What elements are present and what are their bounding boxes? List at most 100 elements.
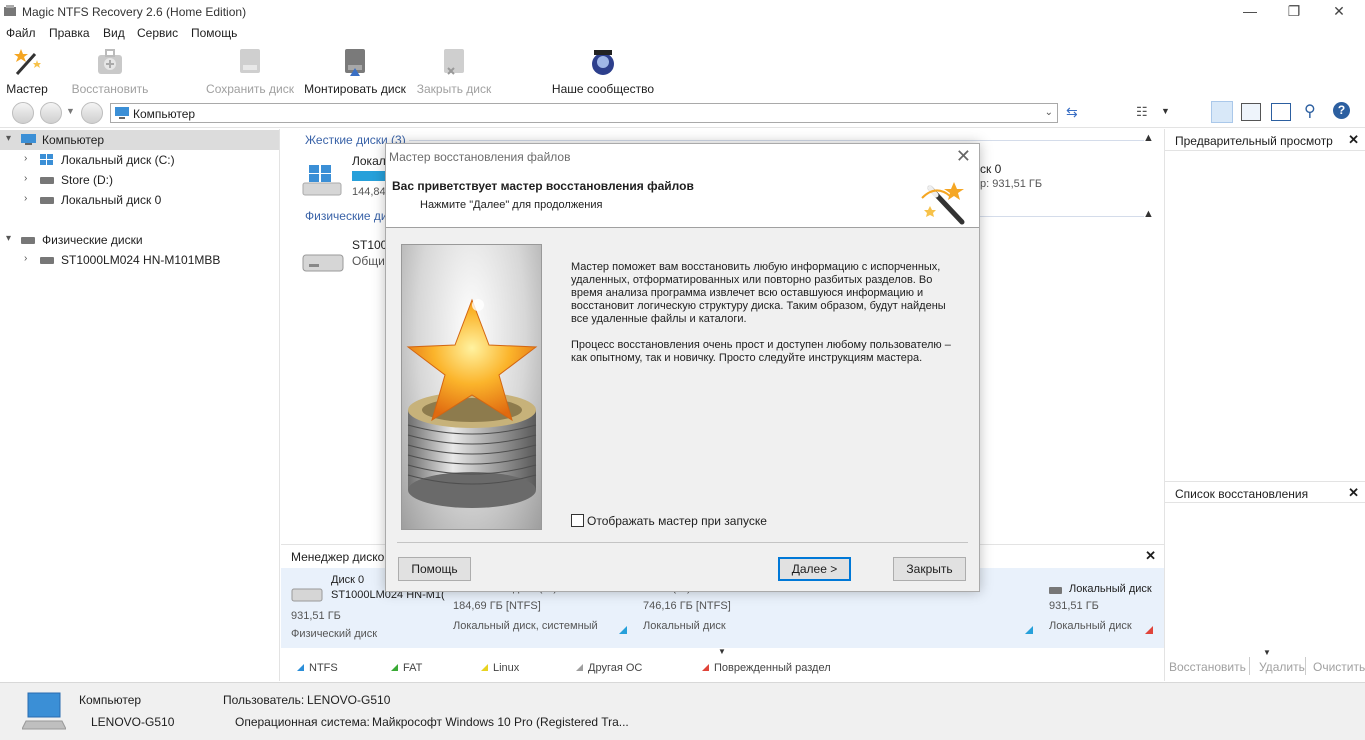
- expand-arrow-icon[interactable]: ›: [24, 153, 27, 164]
- expand-arrow-icon[interactable]: ›: [24, 173, 27, 184]
- expand-arrow-icon[interactable]: ›: [24, 193, 27, 204]
- back-button[interactable]: [12, 102, 34, 124]
- preview-panel-header: Предварительный просмотр ✕: [1165, 129, 1365, 151]
- local-disk-size: 144,84: [352, 186, 386, 198]
- save-list-toggle-icon[interactable]: [1271, 103, 1291, 121]
- chevron-down-icon[interactable]: ▼: [1263, 648, 1271, 657]
- legend-damaged: Поврежденный раздел: [702, 662, 831, 674]
- computer-icon: [21, 134, 36, 145]
- legend-fat: FAT: [391, 662, 422, 674]
- close-disk-button[interactable]: Закрыть диск: [414, 44, 494, 98]
- chevron-down-icon[interactable]: ⌄: [1045, 107, 1053, 118]
- close-disk-icon: [444, 49, 464, 75]
- disk-icon: [40, 197, 54, 204]
- history-dropdown-icon[interactable]: ▼: [66, 106, 75, 116]
- physical-disk-icon: [291, 588, 323, 602]
- magic-wand-icon: [14, 49, 41, 76]
- delete-button[interactable]: Удалить: [1259, 660, 1305, 674]
- legend: NTFS FAT Linux Другая ОС Поврежденный ра…: [281, 656, 1164, 680]
- st1000-sub: Общи: [352, 254, 385, 268]
- mount-disk-button[interactable]: Монтировать диск: [303, 44, 407, 98]
- help-icon[interactable]: ?: [1333, 102, 1350, 119]
- recovery-list-header: Список восстановления ✕: [1165, 481, 1365, 503]
- recover-files-button[interactable]: Восстановить: [1169, 660, 1246, 674]
- folder-tree: ▾ Компьютер › Локальный диск (C:) › Stor…: [0, 129, 280, 681]
- save-disk-button[interactable]: Сохранить диск: [206, 44, 294, 98]
- divider: [397, 542, 968, 543]
- tree-item-physical-disks[interactable]: ▾ Физические диски: [0, 230, 279, 250]
- disk-usage-bar: [352, 171, 385, 181]
- disk-view-toggle-icon[interactable]: [1211, 101, 1233, 123]
- tree-item-store-d[interactable]: › Store (D:): [0, 170, 279, 190]
- collapse-arrow-icon[interactable]: ▾: [6, 233, 11, 244]
- forward-button[interactable]: [40, 102, 62, 124]
- menu-view[interactable]: Вид: [103, 26, 125, 40]
- disk-icon: [21, 237, 35, 244]
- menu-help[interactable]: Помощь: [191, 26, 237, 40]
- physical-disks-header[interactable]: Физические ди: [305, 209, 388, 223]
- status-user-value: LENOVO-G510: [307, 693, 391, 707]
- window-title: Magic NTFS Recovery 2.6 (Home Edition): [22, 5, 247, 19]
- divider: [1305, 657, 1306, 675]
- tree-item-st1000[interactable]: › ST1000LM024 HN-M101MBB: [0, 250, 279, 270]
- help-button[interactable]: Помощь: [398, 557, 471, 581]
- close-icon[interactable]: ✕: [956, 146, 971, 167]
- close-preview-icon[interactable]: ✕: [1348, 132, 1359, 148]
- dialog-subheading: Нажмите "Далее" для продолжения: [420, 199, 603, 211]
- minimize-button[interactable]: —: [1227, 0, 1273, 24]
- disk0-label[interactable]: ск 0: [980, 162, 1001, 176]
- community-button[interactable]: Наше сообщество: [550, 44, 656, 98]
- close-button[interactable]: Закрыть: [893, 557, 966, 581]
- status-os-value: Майкрософт Windows 10 Pro (Registered Tr…: [372, 715, 629, 729]
- dialog-heading: Вас приветствует мастер восстановления ф…: [392, 179, 694, 193]
- preview-panel-title: Предварительный просмотр: [1175, 134, 1333, 148]
- collapse-arrow-icon[interactable]: ▾: [6, 133, 11, 144]
- tree-item-computer[interactable]: ▾ Компьютер: [0, 130, 279, 150]
- legend-ntfs: NTFS: [297, 662, 338, 674]
- local-disk-label[interactable]: Локал: [352, 154, 386, 168]
- preview-toggle-icon[interactable]: [1241, 103, 1261, 121]
- magic-wand-icon: [921, 182, 965, 225]
- address-input[interactable]: Компьютер ⌄: [110, 103, 1058, 123]
- close-window-button[interactable]: ✕: [1316, 0, 1362, 24]
- show-wizard-checkbox[interactable]: Отображать мастер при запуске: [571, 514, 767, 528]
- star-coins-image: [406, 298, 538, 508]
- clear-button[interactable]: Очистить: [1313, 660, 1365, 674]
- view-dropdown-icon[interactable]: ▼: [1161, 106, 1170, 116]
- search-icon[interactable]: ⚲: [1304, 101, 1316, 121]
- maximize-button[interactable]: ❐: [1271, 0, 1317, 24]
- wizard-description: Мастер поможет вам восстановить любую ин…: [571, 261, 946, 325]
- disk-manager-title: Менеджер диско: [291, 550, 385, 564]
- tree-item-disk-c[interactable]: › Локальный диск (C:): [0, 150, 279, 170]
- disk-map-cell[interactable]: Локальный диск 931,51 ГБ Локальный диск: [1041, 568, 1161, 648]
- legend-other-os: Другая ОС: [576, 662, 642, 674]
- refresh-icon[interactable]: ⇆: [1066, 104, 1078, 121]
- damaged-marker-icon: [1145, 626, 1153, 634]
- disk-icon: [1049, 587, 1062, 594]
- menu-file[interactable]: Файл: [6, 26, 36, 40]
- recovery-list-title: Список восстановления: [1175, 487, 1309, 501]
- view-mode-icon[interactable]: ☷: [1136, 104, 1148, 120]
- status-host: LENOVO-G510: [91, 715, 175, 729]
- expand-arrow-icon[interactable]: ›: [24, 253, 27, 264]
- tree-item-local-disk-0[interactable]: › Локальный диск 0: [0, 190, 279, 210]
- ntfs-marker-icon: [619, 626, 627, 634]
- close-recovery-list-icon[interactable]: ✕: [1348, 485, 1359, 501]
- next-button[interactable]: Далее >: [778, 557, 851, 581]
- recovery-wizard-dialog: Мастер восстановления файлов ✕ Вас приве…: [385, 143, 980, 592]
- collapse-arrow-icon[interactable]: ▲: [1143, 208, 1154, 220]
- ntfs-marker-icon: [1025, 626, 1033, 634]
- menu-edit[interactable]: Правка: [49, 26, 90, 40]
- dialog-title-bar: Мастер восстановления файлов ✕: [386, 144, 979, 170]
- up-button[interactable]: [81, 102, 103, 124]
- restore-button[interactable]: Восстановить: [70, 44, 150, 98]
- wizard-button[interactable]: Мастер: [2, 44, 52, 98]
- divider: [409, 140, 1144, 141]
- chevron-down-icon[interactable]: ▼: [718, 647, 726, 656]
- computer-icon: [115, 107, 129, 119]
- close-disk-manager-icon[interactable]: ✕: [1145, 548, 1156, 564]
- checkbox-box[interactable]: [571, 514, 584, 527]
- dialog-header: Вас приветствует мастер восстановления ф…: [386, 170, 979, 228]
- menu-service[interactable]: Сервис: [137, 26, 178, 40]
- collapse-arrow-icon[interactable]: ▲: [1143, 132, 1154, 144]
